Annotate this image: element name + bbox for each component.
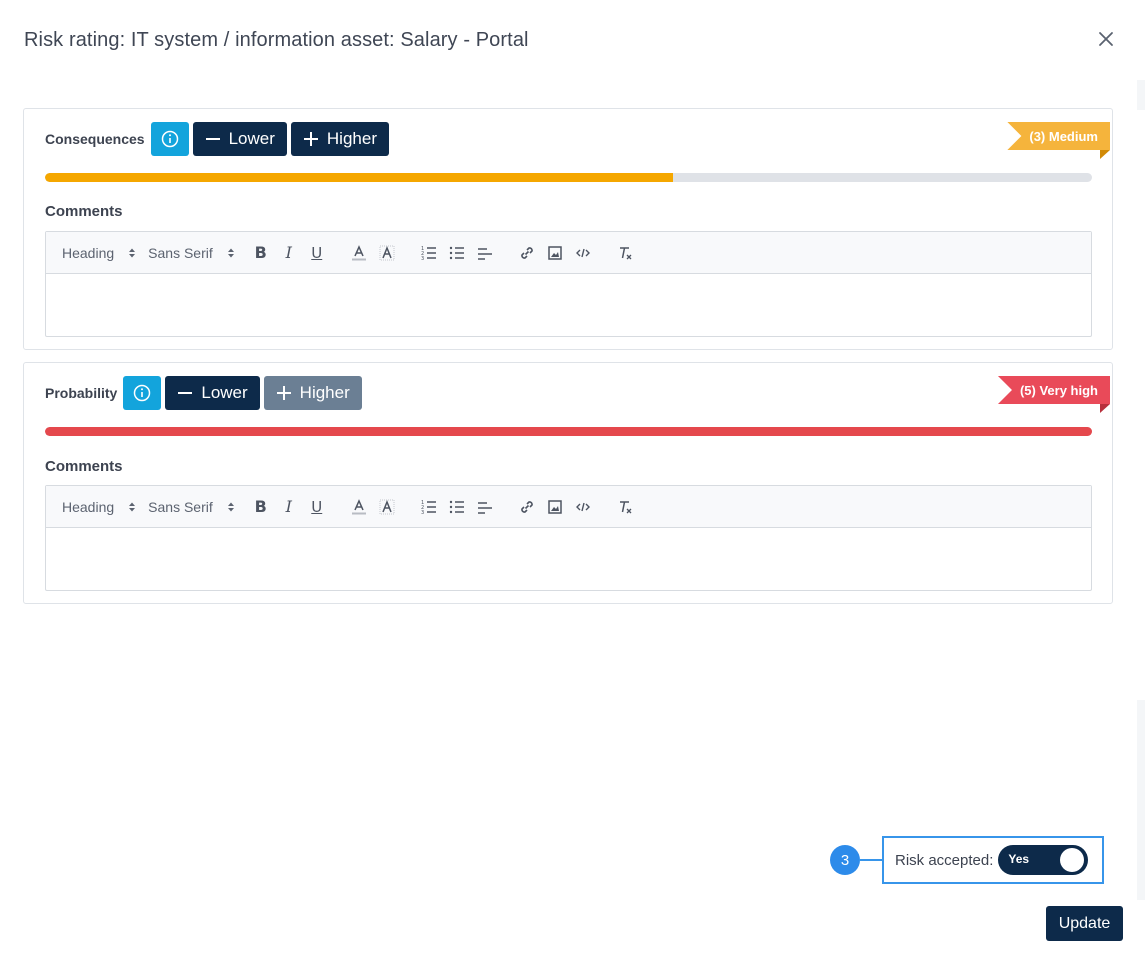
svg-text:3: 3 bbox=[421, 256, 424, 261]
update-button[interactable]: Update bbox=[1046, 906, 1123, 941]
background-color-icon[interactable] bbox=[373, 241, 401, 265]
heading-picker-label: Heading bbox=[62, 498, 115, 515]
probability-label: Probability bbox=[45, 385, 118, 401]
italic-button[interactable]: I bbox=[275, 495, 303, 519]
consequences-level-fill bbox=[45, 173, 674, 182]
ordered-list-icon[interactable]: 123 bbox=[415, 495, 443, 519]
underline-button[interactable]: U bbox=[303, 495, 331, 519]
comments-label: Comments bbox=[45, 203, 123, 220]
svg-text:3: 3 bbox=[421, 510, 424, 515]
bold-button[interactable]: B bbox=[247, 495, 275, 519]
higher-label: Higher bbox=[326, 129, 377, 148]
consequences-lower-button[interactable]: Lower bbox=[192, 122, 287, 156]
risk-accepted-highlight: Risk accepted: Yes bbox=[882, 836, 1104, 884]
heading-picker[interactable]: Heading bbox=[62, 245, 136, 261]
probability-lower-button[interactable]: Lower bbox=[165, 376, 260, 410]
editor-toolbar: Heading Sans Serif B I U 123 bbox=[46, 232, 1091, 274]
bullet-list-icon[interactable] bbox=[443, 241, 471, 265]
font-picker-label: Sans Serif bbox=[148, 498, 213, 515]
text-color-icon[interactable] bbox=[345, 495, 373, 519]
bold-button[interactable]: B bbox=[247, 241, 275, 265]
lower-label: Lower bbox=[201, 383, 248, 402]
font-picker[interactable]: Sans Serif bbox=[148, 499, 235, 515]
background-color-icon[interactable] bbox=[373, 495, 401, 519]
consequences-card: Consequences Lower Higher (3) Medium Com… bbox=[23, 108, 1113, 350]
picker-caret-icon bbox=[128, 501, 136, 513]
step-badge: 3 bbox=[830, 845, 860, 875]
badge-text: (5) Very high bbox=[997, 376, 1110, 404]
editor-toolbar: Heading Sans Serif B I U 123 bbox=[46, 486, 1091, 528]
underline-button[interactable]: U bbox=[303, 241, 331, 265]
code-icon[interactable] bbox=[569, 241, 597, 265]
picker-caret-icon bbox=[128, 247, 136, 259]
toggle-knob bbox=[1060, 848, 1085, 872]
font-picker-label: Sans Serif bbox=[148, 244, 213, 261]
clear-format-icon[interactable] bbox=[611, 241, 639, 265]
comments-label: Comments bbox=[45, 458, 123, 475]
text-color-icon[interactable] bbox=[345, 241, 373, 265]
step-connector bbox=[859, 859, 883, 861]
picker-caret-icon bbox=[227, 501, 235, 513]
code-icon[interactable] bbox=[569, 495, 597, 519]
consequences-info-button[interactable] bbox=[150, 122, 189, 156]
italic-button[interactable]: I bbox=[275, 241, 303, 265]
probability-card: Probability Lower Higher (5) Very high C… bbox=[23, 362, 1113, 604]
badge-text: (3) Medium bbox=[1007, 122, 1110, 150]
consequences-level-bar bbox=[45, 173, 1092, 182]
bullet-list-icon[interactable] bbox=[443, 495, 471, 519]
image-icon[interactable] bbox=[541, 241, 569, 265]
probability-level-badge: (5) Very high bbox=[997, 376, 1110, 413]
risk-accepted-toggle[interactable]: Yes bbox=[998, 845, 1089, 875]
modal-title: Risk rating: IT system / information ass… bbox=[24, 29, 529, 51]
consequences-higher-button[interactable]: Higher bbox=[290, 122, 389, 156]
font-picker[interactable]: Sans Serif bbox=[148, 245, 235, 261]
risk-accepted-label: Risk accepted: bbox=[895, 851, 994, 869]
close-icon[interactable] bbox=[1094, 27, 1118, 51]
info-icon bbox=[161, 130, 178, 148]
picker-caret-icon bbox=[227, 247, 235, 259]
info-icon bbox=[134, 384, 151, 402]
link-icon[interactable] bbox=[513, 495, 541, 519]
scroll-strip bbox=[1137, 700, 1145, 900]
consequences-level-badge: (3) Medium bbox=[1007, 122, 1110, 159]
higher-label: Higher bbox=[299, 383, 350, 402]
minus-icon bbox=[205, 131, 221, 147]
link-icon[interactable] bbox=[513, 241, 541, 265]
align-icon[interactable] bbox=[471, 495, 499, 519]
plus-icon bbox=[303, 131, 319, 147]
minus-icon bbox=[177, 385, 193, 401]
consequences-label: Consequences bbox=[45, 131, 145, 147]
image-icon[interactable] bbox=[541, 495, 569, 519]
probability-level-fill bbox=[45, 427, 1092, 436]
ordered-list-icon[interactable]: 123 bbox=[415, 241, 443, 265]
consequences-comment-editor: Heading Sans Serif B I U 123 bbox=[45, 231, 1092, 337]
probability-comment-editor: Heading Sans Serif B I U 123 bbox=[45, 485, 1092, 591]
plus-icon bbox=[276, 385, 292, 401]
toggle-text: Yes bbox=[1008, 852, 1030, 866]
scroll-strip bbox=[1137, 80, 1145, 110]
lower-label: Lower bbox=[228, 129, 275, 148]
heading-picker[interactable]: Heading bbox=[62, 499, 136, 515]
probability-higher-button[interactable]: Higher bbox=[263, 376, 362, 410]
clear-format-icon[interactable] bbox=[611, 495, 639, 519]
align-icon[interactable] bbox=[471, 241, 499, 265]
heading-picker-label: Heading bbox=[62, 244, 115, 261]
probability-level-bar bbox=[45, 427, 1092, 436]
probability-info-button[interactable] bbox=[123, 376, 162, 410]
